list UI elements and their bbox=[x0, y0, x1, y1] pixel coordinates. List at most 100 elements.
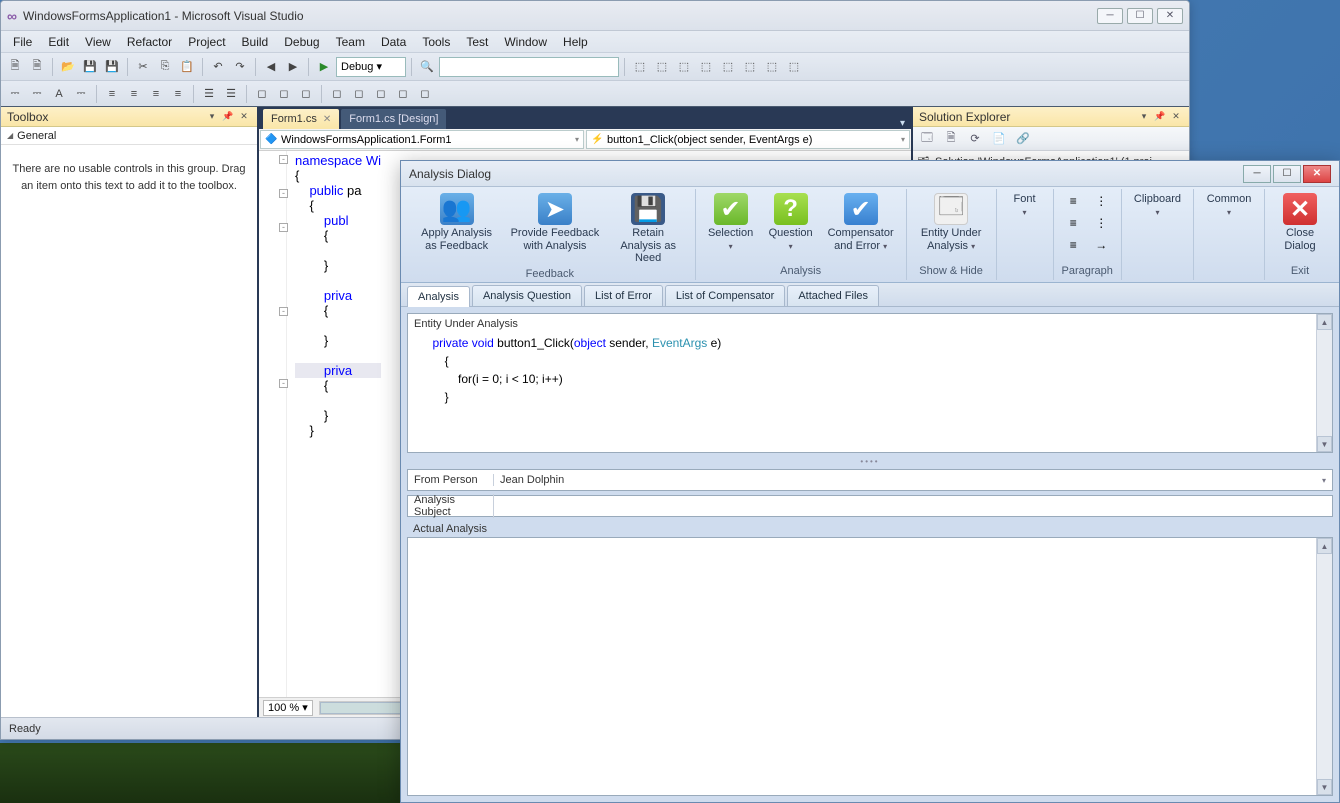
cut-icon[interactable]: ✂ bbox=[133, 57, 153, 77]
copy-icon[interactable]: ⎘ bbox=[155, 57, 175, 77]
find-combo[interactable] bbox=[439, 57, 619, 77]
list-number-icon[interactable]: ⋮ bbox=[1090, 213, 1112, 233]
list-bullet-icon[interactable]: ⋮ bbox=[1090, 191, 1112, 211]
new-project-icon[interactable]: 🗎 bbox=[5, 57, 25, 77]
close-button[interactable]: ✕ bbox=[1157, 8, 1183, 24]
paste-icon[interactable]: 📋 bbox=[177, 57, 197, 77]
text-tool-icon[interactable]: A bbox=[49, 84, 69, 104]
pin-icon[interactable]: 📌 bbox=[1153, 110, 1167, 124]
clipboard-button[interactable]: Clipboard▾ bbox=[1130, 191, 1185, 220]
tool-icon-8[interactable]: ⬚ bbox=[784, 57, 804, 77]
toolbox-header[interactable]: Toolbox ▾ 📌 ✕ bbox=[1, 107, 257, 127]
comment-icon[interactable]: ☰ bbox=[199, 84, 219, 104]
tab-form1-cs[interactable]: Form1.cs✕ bbox=[263, 109, 339, 129]
type-combo[interactable]: 🔷 WindowsFormsApplication1.Form1 ▾ bbox=[260, 130, 584, 149]
from-person-value[interactable]: Jean Dolphin bbox=[494, 474, 1316, 486]
tab-dropdown-icon[interactable]: ▾ bbox=[894, 118, 911, 129]
save-icon[interactable]: 💾 bbox=[80, 57, 100, 77]
actual-analysis-textarea[interactable]: ▲▼ bbox=[407, 537, 1333, 796]
menu-view[interactable]: View bbox=[77, 33, 119, 51]
close-icon[interactable]: ✕ bbox=[323, 114, 331, 125]
maximize-button[interactable]: ☐ bbox=[1127, 8, 1153, 24]
vertical-scrollbar[interactable]: ▲▼ bbox=[1316, 538, 1332, 795]
nav-fwd-icon[interactable]: ▶ bbox=[283, 57, 303, 77]
extra-icon[interactable]: ◻ bbox=[327, 84, 347, 104]
vs-titlebar[interactable]: ∞ WindowsFormsApplication1 - Microsoft V… bbox=[1, 1, 1189, 31]
save-all-icon[interactable]: 💾 bbox=[102, 57, 122, 77]
align-center-icon[interactable]: ≡ bbox=[1062, 213, 1084, 233]
text-tool-icon[interactable]: ⎓ bbox=[71, 84, 91, 104]
align-left-icon[interactable]: ≡ bbox=[1062, 191, 1084, 211]
uncomment-icon[interactable]: ☰ bbox=[221, 84, 241, 104]
tool-icon-7[interactable]: ⬚ bbox=[762, 57, 782, 77]
indent-icon[interactable]: → bbox=[1090, 235, 1112, 255]
menu-test[interactable]: Test bbox=[458, 33, 496, 51]
format-icon[interactable]: ≡ bbox=[146, 84, 166, 104]
close-button[interactable]: ✕ bbox=[1303, 165, 1331, 183]
apply-analysis-button[interactable]: 👥 Apply Analysis as Feedback bbox=[413, 191, 500, 254]
dropdown-icon[interactable]: ▾ bbox=[1137, 110, 1151, 124]
retain-analysis-button[interactable]: 💾 Retain Analysis as Need bbox=[610, 191, 687, 267]
tool-icon-4[interactable]: ⬚ bbox=[696, 57, 716, 77]
open-icon[interactable]: 📂 bbox=[58, 57, 78, 77]
common-button[interactable]: Common▾ bbox=[1202, 191, 1256, 220]
tool-icon-1[interactable]: ⬚ bbox=[630, 57, 650, 77]
add-item-icon[interactable]: 🗎 bbox=[27, 57, 47, 77]
menu-project[interactable]: Project bbox=[180, 33, 233, 51]
tab-analysis-question[interactable]: Analysis Question bbox=[472, 285, 582, 306]
toolbox-section-general[interactable]: ◢ General bbox=[1, 127, 257, 145]
zoom-combo[interactable]: 100 % ▾ bbox=[263, 700, 313, 716]
align-right-icon[interactable]: ≡ bbox=[1062, 235, 1084, 255]
menu-debug[interactable]: Debug bbox=[276, 33, 327, 51]
dialog-titlebar[interactable]: Analysis Dialog ─ ☐ ✕ bbox=[401, 161, 1339, 187]
nav-back-icon[interactable]: ◀ bbox=[261, 57, 281, 77]
bookmark-icon[interactable]: ◻ bbox=[274, 84, 294, 104]
extra-icon[interactable]: ◻ bbox=[415, 84, 435, 104]
selection-button[interactable]: ✔ Selection▾ bbox=[704, 191, 758, 254]
start-debug-icon[interactable]: ▶ bbox=[314, 57, 334, 77]
entity-under-analysis-button[interactable]: 🗔 Entity Under Analysis ▾ bbox=[915, 191, 988, 254]
undo-icon[interactable]: ↶ bbox=[208, 57, 228, 77]
refresh-icon[interactable]: ⟳ bbox=[965, 130, 985, 148]
provide-feedback-button[interactable]: ➤ Provide Feedback with Analysis bbox=[506, 191, 603, 254]
minimize-button[interactable]: ─ bbox=[1243, 165, 1271, 183]
menu-tools[interactable]: Tools bbox=[414, 33, 458, 51]
compensator-button[interactable]: ✔ Compensator and Error ▾ bbox=[824, 191, 898, 254]
menu-build[interactable]: Build bbox=[234, 33, 277, 51]
font-button[interactable]: Font▾ bbox=[1005, 191, 1045, 220]
dropdown-icon[interactable]: ▾ bbox=[205, 110, 219, 124]
vertical-scrollbar[interactable]: ▲▼ bbox=[1316, 314, 1332, 452]
question-button[interactable]: ? Question▾ bbox=[764, 191, 818, 254]
outdent-icon[interactable]: ≡ bbox=[124, 84, 144, 104]
menu-edit[interactable]: Edit bbox=[40, 33, 77, 51]
text-tool-icon[interactable]: ⎓ bbox=[5, 84, 25, 104]
close-dialog-button[interactable]: ✕ Close Dialog bbox=[1273, 191, 1327, 254]
properties-icon[interactable]: 🗔 bbox=[917, 130, 937, 148]
tab-attached-files[interactable]: Attached Files bbox=[787, 285, 879, 306]
menu-team[interactable]: Team bbox=[328, 33, 373, 51]
format-icon[interactable]: ≡ bbox=[168, 84, 188, 104]
extra-icon[interactable]: ◻ bbox=[371, 84, 391, 104]
menu-data[interactable]: Data bbox=[373, 33, 414, 51]
tab-list-error[interactable]: List of Error bbox=[584, 285, 663, 306]
redo-icon[interactable]: ↷ bbox=[230, 57, 250, 77]
tool-icon-2[interactable]: ⬚ bbox=[652, 57, 672, 77]
close-icon[interactable]: ✕ bbox=[1169, 110, 1183, 124]
splitter[interactable]: •••• bbox=[407, 457, 1333, 465]
solution-explorer-header[interactable]: Solution Explorer ▾ 📌 ✕ bbox=[913, 107, 1189, 127]
bookmark-icon[interactable]: ◻ bbox=[296, 84, 316, 104]
maximize-button[interactable]: ☐ bbox=[1273, 165, 1301, 183]
tool-icon-3[interactable]: ⬚ bbox=[674, 57, 694, 77]
bookmark-icon[interactable]: ◻ bbox=[252, 84, 272, 104]
tab-form1-design[interactable]: Form1.cs [Design] bbox=[341, 109, 446, 129]
view-code-icon[interactable]: 📄 bbox=[989, 130, 1009, 148]
indent-icon[interactable]: ≡ bbox=[102, 84, 122, 104]
extra-icon[interactable]: ◻ bbox=[349, 84, 369, 104]
tab-list-compensator[interactable]: List of Compensator bbox=[665, 285, 785, 306]
minimize-button[interactable]: ─ bbox=[1097, 8, 1123, 24]
dropdown-icon[interactable]: ▾ bbox=[1316, 476, 1332, 485]
show-all-icon[interactable]: 🗎 bbox=[941, 130, 961, 148]
menu-window[interactable]: Window bbox=[496, 33, 555, 51]
menu-help[interactable]: Help bbox=[555, 33, 596, 51]
tab-analysis[interactable]: Analysis bbox=[407, 286, 470, 307]
